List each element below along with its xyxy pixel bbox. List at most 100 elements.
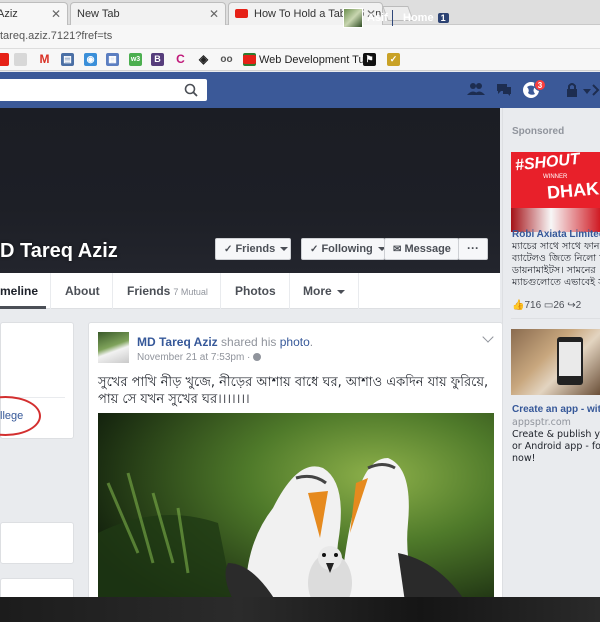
messages-icon[interactable] — [495, 81, 513, 99]
flag-icon[interactable]: ⚑ — [363, 53, 376, 66]
youtube-icon[interactable] — [243, 55, 256, 64]
menu-caret-icon[interactable] — [583, 89, 591, 94]
ad-text-line: Create & publish your — [512, 429, 600, 440]
notification-count-badge: 3 — [534, 79, 546, 91]
avatar[interactable] — [98, 332, 129, 363]
chevron-down-icon[interactable] — [482, 331, 494, 343]
profile-nav: meline About Friends 7 Mutual Photos More — [0, 273, 500, 309]
tab-label: Friends — [127, 284, 171, 298]
bootstrap-icon[interactable]: B — [151, 53, 164, 66]
tab-label: More — [303, 284, 332, 298]
more-options-button[interactable]: ··· — [458, 238, 488, 260]
message-icon: ✉ — [393, 244, 402, 255]
comment-count: 26 — [553, 300, 565, 311]
friend-requests-icon[interactable] — [467, 81, 485, 99]
c-icon[interactable]: C — [174, 53, 187, 66]
ad-text-line: ব্যাটেলও জিতে নিলো ঢা — [512, 253, 600, 264]
divider — [50, 273, 51, 309]
tab-friends[interactable]: Friends 7 Mutual — [127, 273, 208, 309]
document-icon[interactable]: ▤ — [61, 53, 74, 66]
home-label: Home — [403, 12, 434, 24]
ad-title-robi[interactable]: Robi Axiata Limited — [512, 229, 600, 240]
browser-tab-facebook[interactable]: Aziz ✕ — [0, 2, 68, 25]
close-icon[interactable]: ✕ — [209, 7, 219, 21]
divider — [289, 273, 290, 309]
timestamp-text: November 21 at 7:53pm — [137, 352, 245, 363]
sponsored-heading: Sponsored — [512, 126, 565, 137]
post-timestamp[interactable]: November 21 at 7:53pm · — [137, 352, 262, 363]
taskbar-strip — [0, 597, 600, 622]
profile-name: D Tareq Aziz — [0, 240, 118, 262]
gmail-icon[interactable]: M — [38, 53, 51, 66]
bookmark-icon[interactable] — [14, 53, 27, 66]
like-icon[interactable]: 👍 — [512, 300, 524, 311]
bookmarks-bar: M ▤ ◉ ▦ w3 B C ◈ oo › Web Development Tu… — [0, 49, 600, 71]
avatar[interactable] — [343, 8, 363, 28]
youtube-bookmark-icon[interactable] — [0, 53, 9, 66]
tab-more[interactable]: More — [303, 273, 345, 309]
ad-image-text-mid: WINNER — [543, 174, 568, 180]
search-icon[interactable] — [181, 82, 201, 98]
youtube-icon — [235, 9, 248, 18]
punctuation: . — [309, 335, 314, 349]
address-bar[interactable]: tareq.aziz.7121?fref=ts — [0, 25, 600, 49]
user-name-link[interactable]: Asif — [367, 12, 388, 24]
browser-tab-new-tab[interactable]: New Tab ✕ — [70, 2, 226, 25]
tab-title: New Tab — [77, 8, 120, 20]
codepen-icon[interactable]: ◈ — [197, 53, 210, 66]
tab-label: meline — [0, 284, 39, 298]
comment-icon[interactable]: ▭ — [544, 300, 553, 311]
share-icon[interactable]: ↪ — [567, 300, 575, 311]
ad-image-text-bottom: DHAKA — [546, 177, 600, 203]
ad-text-line: ম্যাচগুলোতে এভাবেই স — [512, 277, 600, 288]
post-card: MD Tareq Aziz shared his photo. November… — [88, 322, 503, 622]
calendar-icon[interactable]: ▦ — [106, 53, 119, 66]
browser-tab-strip: Aziz ✕ New Tab ✕ How To Hold a Table Ten… — [0, 0, 600, 25]
friends-button-label: Friends — [235, 243, 276, 255]
tab-about[interactable]: About — [65, 273, 100, 309]
message-button-label: Message — [404, 243, 451, 255]
tab-title: Aziz — [0, 8, 18, 20]
link-icon[interactable]: oo — [220, 53, 233, 66]
tab-photos[interactable]: Photos — [235, 273, 276, 309]
post-text: সুখের পাখি নীড় খুজে, নীড়ের আশায় বাধে … — [98, 375, 489, 407]
post-photo[interactable] — [98, 413, 494, 622]
ad-text-line: ডায়নামাইটস। সামনের — [512, 265, 596, 276]
post-photo-link[interactable]: photo — [280, 335, 310, 349]
app-icon[interactable]: ◉ — [84, 53, 97, 66]
tab-timeline[interactable]: meline — [0, 273, 46, 309]
tab-label: Photos — [235, 284, 276, 298]
ad-image-robi[interactable]: #SHOUT WINNER DHAKA — [511, 152, 600, 232]
post-author-link[interactable]: MD Tareq Aziz — [137, 335, 218, 349]
following-button[interactable]: ✓ Following — [301, 238, 386, 260]
check-icon: ✓ — [224, 244, 233, 255]
shield-icon[interactable]: ✓ — [387, 53, 400, 66]
url-text: tareq.aziz.7121?fref=ts — [0, 30, 113, 42]
globe-icon — [253, 353, 262, 361]
ad-text-line: now! — [512, 453, 536, 464]
ad-domain: appsptr.com — [512, 417, 571, 428]
ad-image-app[interactable] — [511, 329, 600, 395]
like-count: 716 — [524, 300, 542, 311]
photos-card — [0, 522, 74, 564]
divider — [112, 273, 113, 309]
arrow-icon[interactable] — [591, 83, 600, 97]
more-options-label: ··· — [467, 241, 479, 255]
ad-title-app[interactable]: Create an app - witho — [512, 404, 600, 415]
home-link[interactable]: Home 1 — [403, 12, 449, 24]
message-button[interactable]: ✉ Message — [384, 238, 459, 260]
bookmark-web-development[interactable]: Web Development Tu — [259, 54, 365, 66]
mutual-count: 7 Mutual — [173, 287, 208, 297]
divider — [220, 273, 221, 309]
close-icon[interactable]: ✕ — [51, 7, 61, 21]
albatross-photo — [98, 413, 494, 622]
w3schools-icon[interactable]: w3 — [129, 53, 142, 66]
share-count: 2 — [575, 300, 582, 311]
check-icon: ✓ — [310, 244, 319, 255]
chevron-down-icon — [336, 290, 345, 294]
lock-icon[interactable] — [565, 82, 579, 98]
phone-shape — [557, 337, 583, 385]
search-input[interactable] — [0, 79, 207, 101]
tab-label: About — [65, 284, 100, 298]
friends-button[interactable]: ✓ Friends — [215, 238, 291, 260]
